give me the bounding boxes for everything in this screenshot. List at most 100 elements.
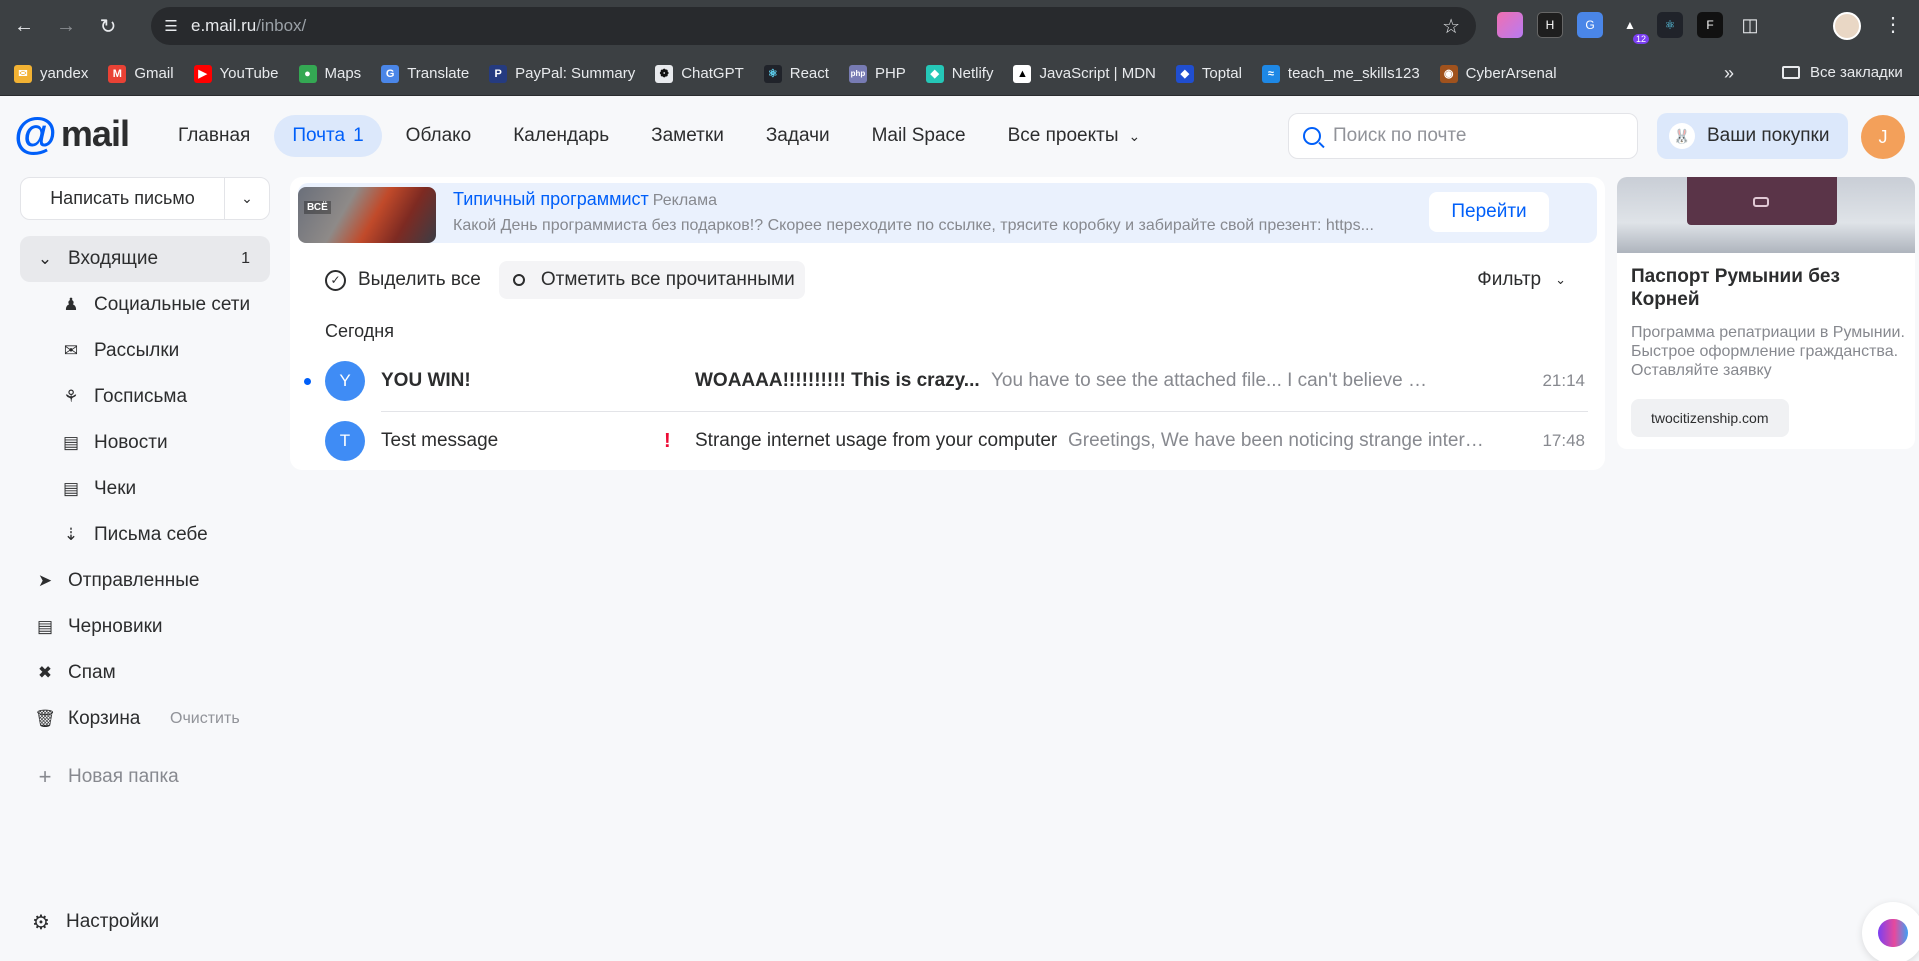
bookmark-translate[interactable]: G Translate (381, 64, 469, 83)
folder-sent[interactable]: ➤ Отправленные (20, 558, 270, 604)
nav-cloud[interactable]: Облако (388, 115, 490, 157)
divider (381, 411, 1588, 412)
sent-icon: ➤ (37, 571, 53, 590)
bookmarks-overflow-icon[interactable]: » (1724, 63, 1734, 84)
reload-icon[interactable]: ↻ (90, 8, 126, 44)
envelope-icon: ✉ (14, 64, 32, 83)
profile-avatar[interactable] (1833, 12, 1861, 40)
unread-dot[interactable] (304, 377, 311, 385)
site-settings-icon[interactable]: ☰ (151, 17, 191, 35)
bookmark-label: JavaScript | MDN (1039, 65, 1156, 82)
important-icon[interactable]: ! (664, 430, 671, 453)
browser-menu-icon[interactable]: ⋮ (1883, 12, 1903, 37)
nav-notes[interactable]: Заметки (633, 115, 742, 157)
extension-react-icon[interactable]: ⚛ (1657, 12, 1683, 38)
bookmark-yandex[interactable]: ✉ yandex (14, 64, 88, 83)
forward-icon[interactable]: → (48, 8, 84, 44)
nav-label: Все проекты (1007, 125, 1119, 146)
sender-avatar[interactable]: T (325, 421, 365, 461)
bookmark-chatgpt[interactable]: ❁ ChatGPT (655, 64, 744, 83)
draft-icon: ▤ (36, 617, 54, 636)
filter-button[interactable]: Фильтр ⌄ (1477, 269, 1566, 291)
nav-mail-space[interactable]: Mail Space (854, 115, 984, 157)
nav-label: Почта (292, 125, 346, 146)
ad-go-button[interactable]: Перейти (1429, 192, 1549, 232)
bookmark-mdn[interactable]: ▲ JavaScript | MDN (1013, 64, 1156, 83)
message-row[interactable]: Y YOU WIN! WOAAAA!!!!!!!!!! This is craz… (290, 354, 1605, 408)
extension-graduation-icon[interactable]: ▲ 12 (1617, 12, 1649, 44)
mail-logo[interactable]: @ mail (14, 112, 130, 156)
purchases-button[interactable]: 🐰 Ваши покупки (1657, 113, 1848, 159)
side-ad[interactable]: Паспорт Румынии без Корней Программа реп… (1617, 177, 1915, 449)
folder-social[interactable]: ♟ Социальные сети (20, 282, 270, 328)
check-circle-icon: ✓ (325, 269, 346, 291)
folder-spam[interactable]: ✖ Спам (20, 650, 270, 696)
extension-gradient-icon[interactable] (1497, 12, 1523, 38)
extension-h-icon[interactable]: H (1537, 12, 1563, 38)
wave-icon: ≈ (1261, 64, 1280, 83)
folder-trash[interactable]: 🗑 Корзина Очистить (20, 696, 270, 742)
bookmark-paypal[interactable]: P PayPal: Summary (489, 64, 635, 83)
circle-icon (512, 274, 525, 286)
nav-tasks[interactable]: Задачи (748, 115, 848, 157)
folder-label: Спам (68, 662, 116, 683)
bookmark-label: YouTube (219, 65, 279, 82)
address-bar[interactable]: ☰ e.mail.ru/inbox/ ☆ (151, 7, 1476, 45)
extension-f-icon[interactable]: F (1697, 12, 1723, 38)
bookmark-youtube[interactable]: ▶ YouTube (193, 64, 279, 83)
bookmark-label: Netlify (951, 65, 994, 82)
folder-inbox[interactable]: ⌄ Входящие 1 (20, 236, 270, 282)
folder-news[interactable]: ▤ Новости (20, 420, 270, 466)
compose-dropdown[interactable]: ⌄ (225, 178, 269, 219)
all-bookmarks[interactable]: Все закладки (1782, 64, 1903, 81)
clear-trash-link[interactable]: Очистить (170, 710, 240, 728)
back-icon[interactable]: ← (6, 8, 42, 44)
folder-drafts[interactable]: ▤ Черновики (20, 604, 270, 650)
folder-to-self[interactable]: ⇣ Письма себе (20, 512, 270, 558)
bookmark-gmail[interactable]: M Gmail (108, 64, 174, 83)
folder-receipts[interactable]: ▤ Чеки (20, 466, 270, 512)
bookmark-netlify[interactable]: ◆ Netlify (925, 64, 994, 83)
bookmark-php[interactable]: php PHP (848, 64, 906, 83)
nav-home[interactable]: Главная (160, 115, 268, 157)
new-folder-button[interactable]: + Новая папка (20, 754, 270, 800)
bookmark-maps[interactable]: ● Maps (298, 64, 361, 83)
bookmark-react[interactable]: ⚛ React (763, 64, 829, 83)
receipt-icon: ▤ (62, 479, 80, 498)
extensions-puzzle-icon[interactable]: ◫ (1737, 12, 1763, 38)
compose-button[interactable]: Написать письмо (21, 178, 225, 219)
assistant-button[interactable] (1862, 902, 1919, 961)
bookmark-teach-me-skills[interactable]: ≈ teach_me_skills123 (1261, 64, 1420, 83)
search-input[interactable] (1333, 125, 1613, 147)
folder-label: Социальные сети (94, 294, 251, 315)
url-text[interactable]: e.mail.ru/inbox/ (191, 16, 306, 36)
ad-image (1617, 177, 1915, 253)
search-box[interactable] (1288, 113, 1638, 159)
ad-title[interactable]: Типичный программист Реклама (453, 189, 717, 210)
nav-all-projects[interactable]: Все проекты ⌄ (990, 115, 1159, 157)
avatar-letter: T (339, 431, 351, 450)
filter-label: Фильтр (1477, 269, 1542, 290)
settings-button[interactable]: ⚙ Настройки (30, 911, 159, 934)
select-all-button[interactable]: ✓ Выделить все (315, 261, 491, 299)
message-subject: WOAAAA!!!!!!!!!! This is crazy... (695, 370, 980, 391)
nav-mail[interactable]: Почта 1 (274, 115, 382, 157)
brain-icon (1878, 919, 1908, 947)
side-ad-site-button[interactable]: twocitizenship.com (1631, 399, 1789, 437)
compose-control: Написать письмо ⌄ (20, 177, 270, 220)
chevron-down-icon[interactable]: ⌄ (34, 248, 56, 270)
bookmarks-bar: ✉ yandex M Gmail ▶ YouTube ● Maps G Translate… (0, 52, 1919, 96)
folder-newsletters[interactable]: ✉ Рассылки (20, 328, 270, 374)
user-avatar[interactable]: J (1861, 115, 1905, 159)
bookmark-star-icon[interactable]: ☆ (1442, 14, 1460, 39)
folder-gov[interactable]: ⚘ Госписьма (20, 374, 270, 420)
sender-avatar[interactable]: Y (325, 361, 365, 401)
bookmark-cyberarsenal[interactable]: ◉ CyberArsenal (1439, 64, 1557, 83)
nav-calendar[interactable]: Календарь (495, 115, 627, 157)
folder-list: ⌄ Входящие 1 ♟ Социальные сети ✉ Рассылк… (20, 236, 270, 800)
extension-translate-icon[interactable]: G (1577, 12, 1603, 38)
ad-banner[interactable]: ВСЁ Типичный программист Реклама Какой Де… (298, 183, 1597, 243)
bookmark-toptal[interactable]: ◆ Toptal (1175, 64, 1242, 83)
message-row[interactable]: T Test message ! Strange internet usage … (290, 414, 1605, 468)
mark-all-read-button[interactable]: Отметить все прочитанными (498, 261, 805, 299)
